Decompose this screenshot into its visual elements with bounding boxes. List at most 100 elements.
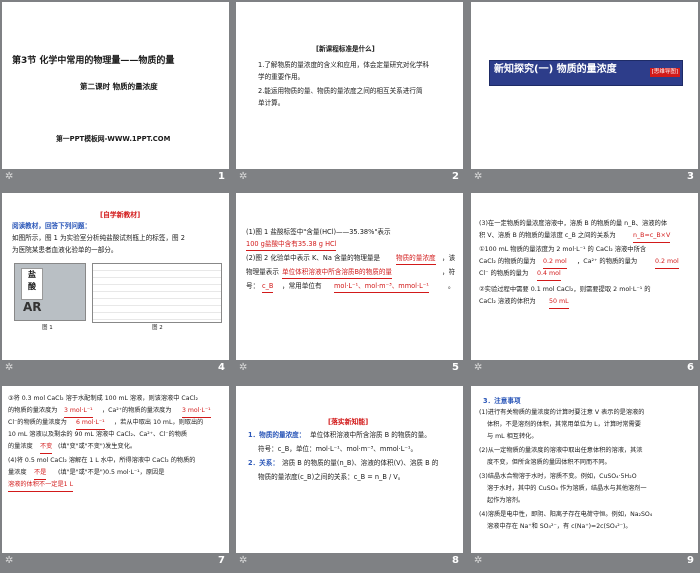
answer-text: 3 mol·L⁻¹: [64, 406, 93, 418]
star-icon: ✲: [239, 555, 248, 566]
text-line: (3)结晶水合物溶于水时，溶质不变。例如，CuSO₄·5H₂O: [479, 473, 637, 480]
text-line: 的量浓度: [8, 443, 33, 450]
thumbnail-slide-3[interactable]: 新知探究(一) 物质的量浓度 [思维导图] ✲ 3: [471, 2, 698, 187]
slide-footer-bar: ✲ 2: [236, 169, 463, 187]
figure-caption: 图 2: [152, 325, 163, 331]
star-icon: ✲: [5, 362, 14, 373]
term-label: 2．关系：: [248, 459, 279, 467]
slide-tag: [落实新知能]: [328, 418, 369, 426]
text-line: ③将 0.3 mol CaCl₂ 溶于水配制成 100 mL 溶液，则该溶液中 …: [8, 395, 199, 402]
term-label: 1．物质的量浓度：: [248, 431, 306, 439]
text-line: 10 mL 溶液以及剩余的 90 mL 溶液中 CaCl₂、Ca²⁺、Cl⁻的物…: [8, 431, 188, 438]
slide-number: 8: [452, 555, 459, 566]
text-line: CaCl₂ 溶液的体积为: [479, 298, 536, 305]
text-line: CaCl₂ 的物质的量为: [479, 258, 536, 265]
text-line: ，常用单位有: [282, 282, 322, 290]
answer-text: mol·L⁻¹、mol·m⁻³、mmol·L⁻¹: [334, 281, 429, 293]
text-line: (2)从一定物质的量浓度的溶液中取出任意体积的溶液，其浓: [479, 447, 643, 454]
text-line: 为医院某患者血液化验单的一部分。: [12, 246, 118, 254]
slide-preview: [新课程标准是什么] 1.了解物质的量浓度的含义和应用，体会定量研究对化学科 学…: [236, 2, 463, 169]
answer-text: 不变: [40, 442, 53, 454]
slide-footer-bar: ✲ 6: [471, 360, 698, 378]
label-char: 酸: [28, 282, 36, 291]
slide-number: 7: [218, 555, 225, 566]
text-line: 学的重要作用。: [258, 73, 305, 81]
text-line: 溶液中存在 Na⁺和 SO₄²⁻，有 c(Na⁺)=2c(SO₄²⁻)。: [487, 523, 632, 530]
answer-text: 3 mol·L⁻¹: [182, 406, 211, 418]
thumbnail-slide-8[interactable]: [落实新知能] 1．物质的量浓度： 单位体积溶液中所含溶质 B 的物质的量。 符…: [236, 386, 463, 571]
text-line: Cl⁻ 的物质的量为: [479, 270, 529, 277]
figure-caption: 图 1: [42, 325, 53, 331]
answer-text: 0.4 mol: [537, 269, 561, 281]
text-line: ①100 mL 物质的量浓度为 2 mol·L⁻¹ 的 CaCl₂ 溶液中所含: [479, 246, 647, 253]
text-line: 物理量表示: [246, 268, 279, 276]
thumbnail-slide-4[interactable]: [自学新教材] 阅读教材，回答下列问题： 如图所示，图 1 为实验室分析纯盐酸试…: [2, 193, 229, 378]
slide-preview: ③将 0.3 mol CaCl₂ 溶于水配制成 100 mL 溶液，则该溶液中 …: [2, 386, 229, 553]
thumbnail-slide-9[interactable]: 3．注意事项 (1)进行有关物质的量浓度的计算时要注意 V 表示的是溶液的 体积…: [471, 386, 698, 571]
star-icon: ✲: [5, 555, 14, 566]
slide-preview: 新知探究(一) 物质的量浓度 [思维导图]: [471, 2, 698, 169]
text-line: 号：: [246, 282, 260, 290]
answer-text: 0.2 mol: [543, 257, 567, 269]
answer-text: 溶液的体积不一定是1 L: [8, 480, 74, 492]
slide-heading: 3．注意事项: [483, 397, 521, 405]
slide-number: 4: [218, 362, 225, 373]
answer-text: 100 g盐酸中含有35.38 g HCl: [246, 239, 337, 251]
badge-text: [思维导图]: [651, 69, 678, 75]
text-line: (3)在一定物质的量浓度溶液中，溶质 B 的物质的量 n_B、溶液的体: [479, 220, 668, 227]
star-icon: ✲: [239, 171, 248, 182]
slide-number: 3: [687, 171, 694, 182]
slide-tag: [自学新教材]: [100, 211, 141, 219]
slide-footer-text: 第一PPT模板网-WWW.1PPT.COM: [56, 135, 171, 143]
answer-text: 6 mol·L⁻¹: [76, 418, 105, 430]
text-line: 量浓度: [8, 469, 27, 476]
answer-text: n_B=c_B×V: [633, 231, 671, 243]
text-line: 如图所示，图 1 为实验室分析纯盐酸试剂瓶上的标签，图 2: [12, 234, 185, 242]
banner-text: 新知探究(一) 物质的量浓度: [494, 64, 617, 75]
answer-text: 单位体积溶液中所含溶质B的物质的量: [282, 267, 393, 279]
text-line: 2.能运用物质的量、物质的量浓度之间的相互关系进行简: [258, 87, 423, 95]
slide-number: 9: [687, 555, 694, 566]
slide-subtitle: 第二课时 物质的量浓度: [80, 82, 158, 91]
text-line: 单计算。: [258, 99, 285, 107]
thumbnail-slide-1[interactable]: 第3节 化学中常用的物理量——物质的量 第二课时 物质的量浓度 第一PPT模板网…: [2, 2, 229, 187]
text-line: ②实验过程中需要 0.1 mol CaCl₂，则需要提取 2 mol·L⁻¹ 的: [479, 286, 651, 293]
text-line: (4)将 0.5 mol CaCl₂ 溶解在 1 L 水中，所得溶液中 CaCl…: [8, 457, 196, 464]
label-char: 盐: [28, 270, 36, 279]
slide-footer-bar: ✲ 9: [471, 553, 698, 571]
text-line: 1.了解物质的量浓度的含义和应用，体会定量研究对化学科: [258, 61, 430, 69]
text-line: 溶质 B 的物质的量(n_B)、溶液的体积(V)、溶质 B 的: [282, 459, 439, 467]
text-line: (填"是"或"不是")0.5 mol·L⁻¹，原因是: [58, 469, 165, 476]
text-line: 度不变，但所含溶质的量因体积不同而不同。: [487, 459, 611, 466]
label-ar: AR: [23, 300, 42, 314]
text-line: (1)进行有关物质的量浓度的计算时要注意 V 表示的是溶液的: [479, 409, 645, 416]
slide-footer-bar: ✲ 4: [2, 360, 229, 378]
lab-report-table: [92, 263, 222, 323]
answer-text: 0.2 mol: [655, 257, 679, 269]
answer-text: 物质的量浓度: [396, 253, 436, 265]
slide-preview: (3)在一定物质的量浓度溶液中，溶质 B 的物质的量 n_B、溶液的体 积 V、…: [471, 193, 698, 360]
text-line: ，Ca²⁺的物质的量浓度为: [102, 407, 172, 414]
slide-number: 1: [218, 171, 225, 182]
text-line: Cl⁻的物质的量浓度为: [8, 419, 67, 426]
text-line: 积 V、溶质 B 的物质的量浓度 c_B 之间的关系为: [479, 232, 616, 239]
slide-number: 6: [687, 362, 694, 373]
text-line: 起作为溶剂。: [487, 497, 525, 504]
thumbnail-slide-6[interactable]: (3)在一定物质的量浓度溶液中，溶质 B 的物质的量 n_B、溶液的体 积 V、…: [471, 193, 698, 378]
star-icon: ✲: [5, 171, 14, 182]
text-line: (4)溶质是电中性，即阴、阳离子存在电荷守恒。例如，Na₂SO₄: [479, 511, 653, 518]
text-line: (1)图 1 盐酸标签中"含量(HCl)——35.38%"表示: [246, 228, 391, 236]
thumbnail-slide-2[interactable]: [新课程标准是什么] 1.了解物质的量浓度的含义和应用，体会定量研究对化学科 学…: [236, 2, 463, 187]
slide-footer-bar: ✲ 3: [471, 169, 698, 187]
banner: 新知探究(一) 物质的量浓度 [思维导图]: [489, 60, 683, 86]
slide-preview: [落实新知能] 1．物质的量浓度： 单位体积溶液中所含溶质 B 的物质的量。 符…: [236, 386, 463, 553]
thumbnail-slide-5[interactable]: (1)图 1 盐酸标签中"含量(HCl)——35.38%"表示 100 g盐酸中…: [236, 193, 463, 378]
thumbnail-slide-7[interactable]: ③将 0.3 mol CaCl₂ 溶于水配制成 100 mL 溶液，则该溶液中 …: [2, 386, 229, 571]
star-icon: ✲: [474, 555, 483, 566]
text-line: (2)图 2 化验单中表示 K、Na 含量的物理量是: [246, 254, 381, 262]
text-line: ，该: [442, 254, 456, 262]
reagent-bottle-image: 盐 酸 AR: [14, 263, 86, 321]
text-line: ，Ca²⁺ 的物质的量为: [577, 258, 638, 265]
star-icon: ✲: [239, 362, 248, 373]
slide-footer-bar: ✲ 1: [2, 169, 229, 187]
